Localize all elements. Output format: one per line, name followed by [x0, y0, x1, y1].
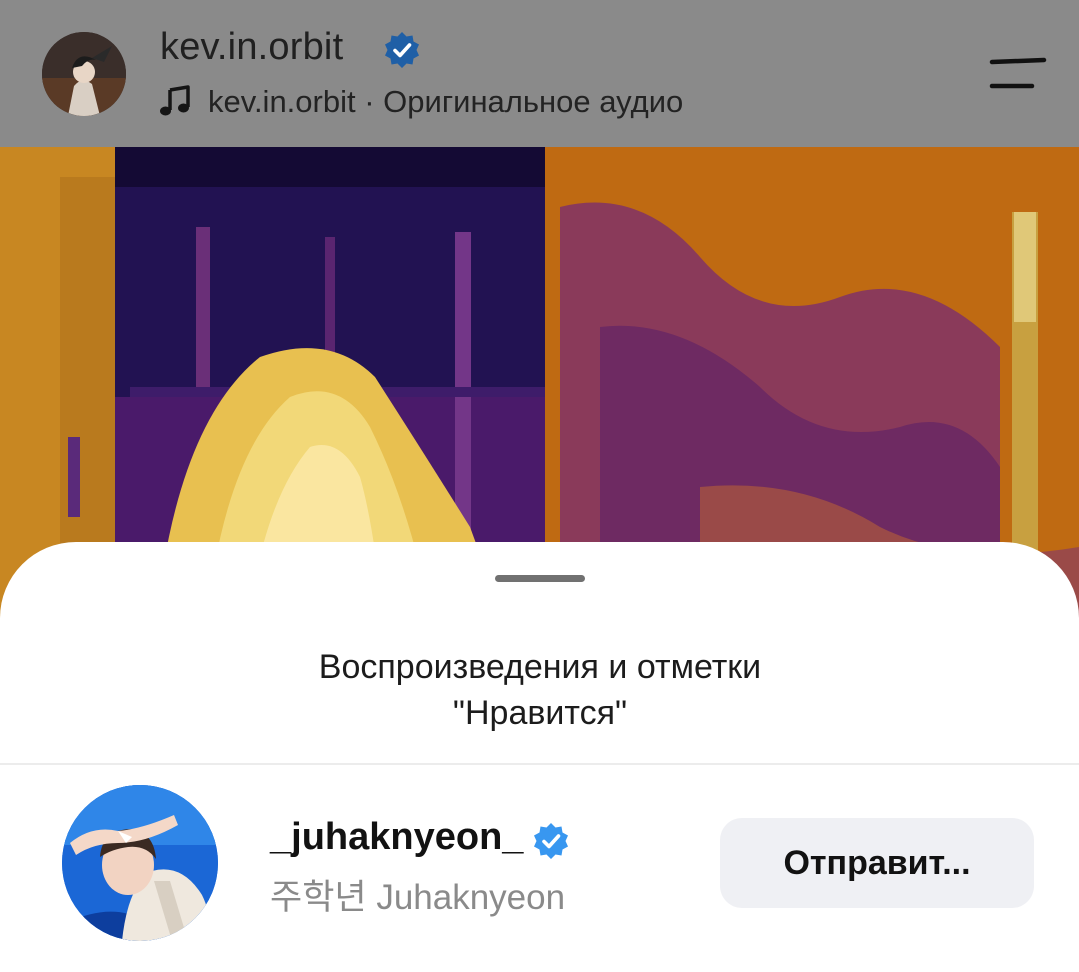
audio-label[interactable]: kev.in.orbit · Оригинальное аудио [208, 84, 683, 120]
author-avatar[interactable] [42, 32, 126, 116]
user-username[interactable]: _juhaknyeon_ [270, 816, 523, 859]
list-item[interactable]: _juhaknyeon_ 주학년 Juhaknyeon Отправит... [0, 765, 1079, 965]
post-header: kev.in.orbit kev.in.orbit · Оригинальное… [0, 0, 1079, 147]
send-button[interactable]: Отправит... [720, 818, 1034, 908]
verified-badge-icon [385, 32, 419, 68]
user-full-name: 주학년 Juhaknyeon [270, 878, 566, 917]
user-avatar[interactable] [62, 785, 218, 941]
user-avatar-image [62, 785, 218, 941]
menu-icon[interactable] [988, 56, 1048, 92]
author-username[interactable]: kev.in.orbit [160, 26, 343, 69]
author-avatar-image [42, 32, 126, 116]
likes-bottom-sheet: Воспроизведения и отметки "Нравится" _ju… [0, 542, 1079, 972]
reel-screen: kev.in.orbit kev.in.orbit · Оригинальное… [0, 0, 1079, 972]
send-button-label: Отправит... [783, 843, 971, 882]
music-note-icon [160, 85, 190, 116]
sheet-title: Воспроизведения и отметки "Нравится" [318, 648, 762, 732]
sheet-drag-handle[interactable] [495, 575, 585, 582]
verified-badge-icon [534, 823, 568, 859]
